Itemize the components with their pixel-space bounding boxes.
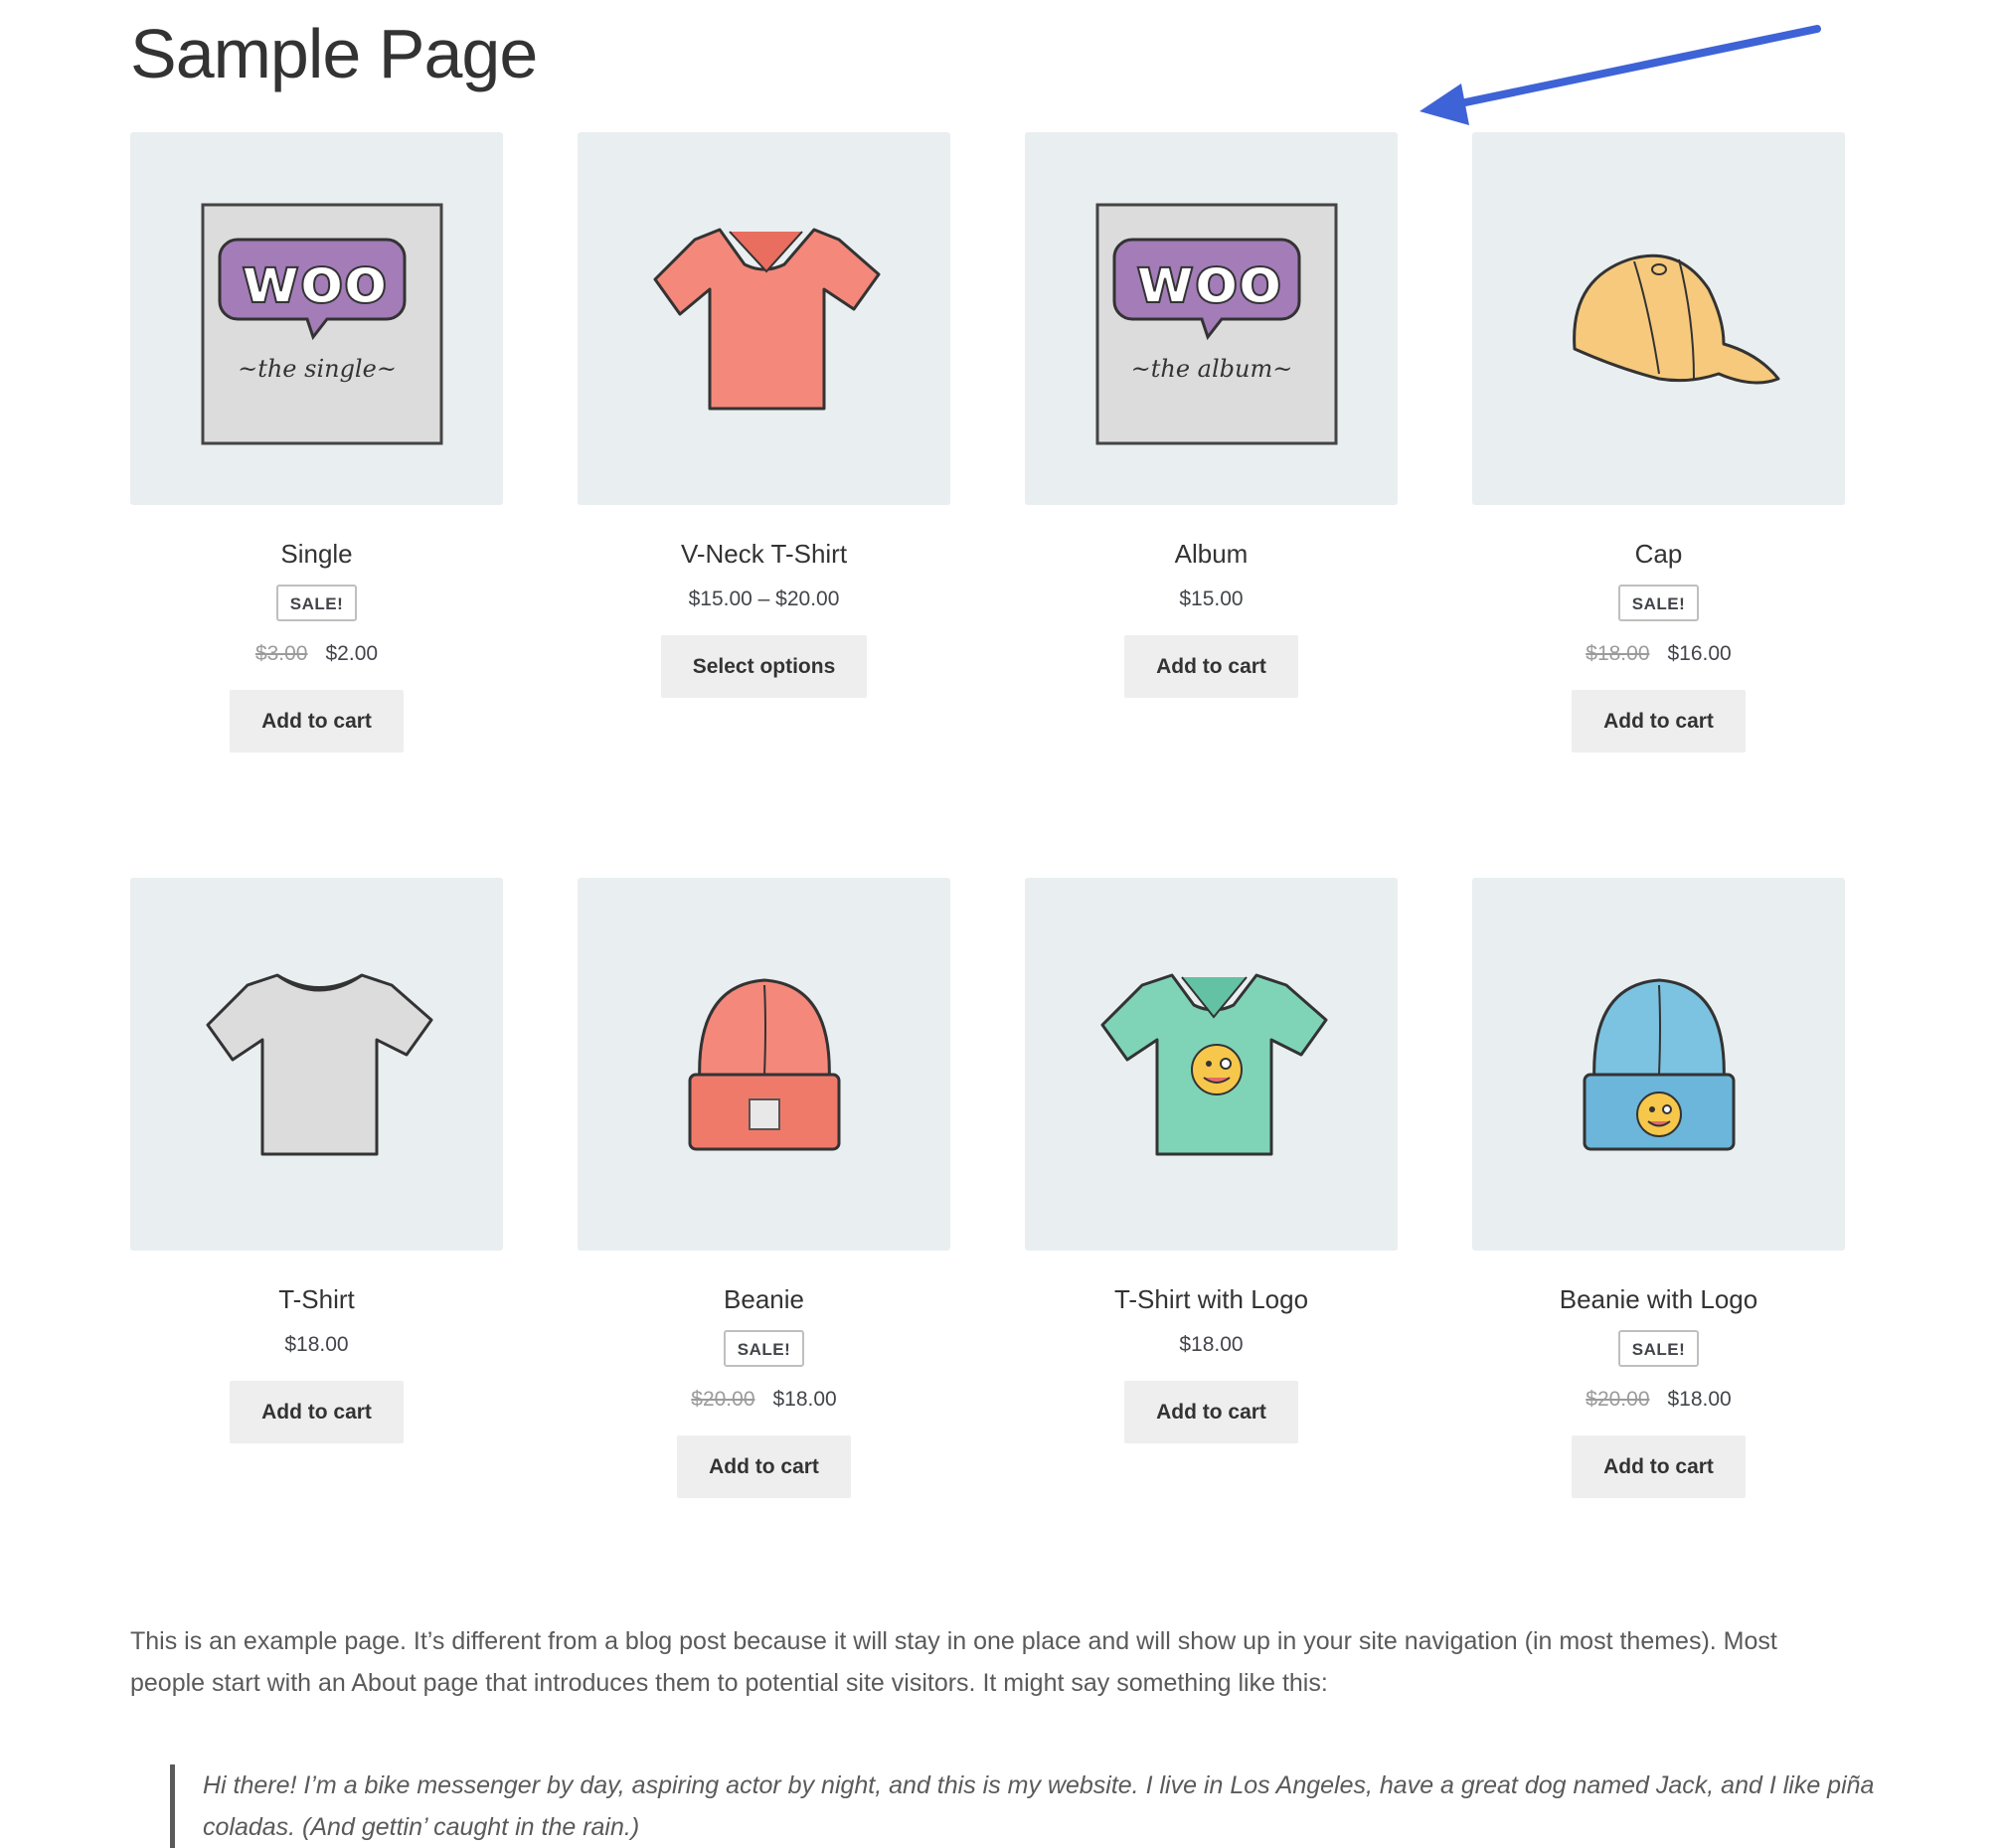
select-options-button[interactable]: Select options (660, 635, 868, 698)
product-card-beanie-with-logo: Beanie with Logo SALE! $20.00 $18.00 Add … (1472, 878, 1845, 1498)
current-price: $18.00 (284, 1333, 349, 1356)
svg-text:~the album~: ~the album~ (1130, 355, 1292, 383)
product-image-tshirt[interactable] (130, 878, 503, 1251)
product-title[interactable]: Album (1025, 541, 1398, 567)
product-title[interactable]: V-Neck T-Shirt (578, 541, 950, 567)
product-image-beanie-with-logo[interactable] (1472, 878, 1845, 1251)
tshirt-icon (206, 973, 432, 1155)
product-price: $3.00 $2.00 (130, 643, 503, 664)
vneck-tshirt-icon (653, 228, 880, 410)
add-to-cart-button[interactable]: Add to cart (230, 1381, 404, 1443)
product-title[interactable]: Single (130, 541, 503, 567)
product-price: $18.00 (1025, 1334, 1398, 1355)
current-price: $15.00 – $20.00 (688, 588, 840, 610)
sale-badge: SALE! (275, 585, 358, 621)
product-image-vneck-tshirt[interactable] (578, 132, 950, 505)
intro-paragraph: This is an example page. It’s different … (130, 1627, 1777, 1697)
product-title[interactable]: Beanie (578, 1286, 950, 1312)
woo-single-icon: woo ~the single~ (201, 203, 442, 444)
product-image-cap[interactable] (1472, 132, 1845, 505)
add-to-cart-button[interactable]: Add to cart (230, 690, 404, 753)
product-image-single[interactable]: woo ~the single~ (130, 132, 503, 505)
product-card-album: woo ~the album~ Album $15.00 Add to cart (1025, 132, 1398, 698)
svg-text:woo: woo (241, 245, 387, 318)
beanie-logo-icon (1583, 977, 1735, 1150)
add-to-cart-button[interactable]: Add to cart (1124, 635, 1298, 698)
product-price: $18.00 (130, 1334, 503, 1355)
product-card-single: woo ~the single~ Single SALE! $3.00 $2.00… (130, 132, 503, 753)
product-price: $15.00 (1025, 588, 1398, 609)
sale-badge: SALE! (1617, 585, 1700, 621)
product-image-beanie[interactable] (578, 878, 950, 1251)
current-price: $2.00 (325, 642, 379, 665)
sale-badge: SALE! (1617, 1330, 1700, 1367)
old-price: $20.00 (691, 1388, 755, 1411)
add-to-cart-button[interactable]: Add to cart (1124, 1381, 1298, 1443)
product-card-vneck-tshirt: V-Neck T-Shirt $15.00 – $20.00 Select op… (578, 132, 950, 698)
old-price: $20.00 (1586, 1388, 1650, 1411)
cap-icon (1572, 253, 1779, 384)
product-card-tshirt: T-Shirt $18.00 Add to cart (130, 878, 503, 1443)
current-price: $16.00 (1667, 642, 1732, 665)
svg-text:~the single~: ~the single~ (238, 355, 397, 383)
product-card-beanie: Beanie SALE! $20.00 $18.00 Add to cart (578, 878, 950, 1498)
tshirt-logo-icon (1100, 973, 1327, 1155)
product-card-tshirt-with-logo: T-Shirt with Logo $18.00 Add to cart (1025, 878, 1398, 1443)
current-price: $18.00 (1667, 1388, 1732, 1411)
page-content: This is an example page. It’s different … (130, 1620, 1844, 1704)
page-title: Sample Page (130, 15, 538, 92)
old-price: $18.00 (1586, 642, 1650, 665)
current-price: $15.00 (1179, 588, 1244, 610)
sale-badge: SALE! (723, 1330, 805, 1367)
product-card-cap: Cap SALE! $18.00 $16.00 Add to cart (1472, 132, 1845, 753)
add-to-cart-button[interactable]: Add to cart (1572, 690, 1746, 753)
old-price: $3.00 (254, 642, 308, 665)
product-price: $20.00 $18.00 (1472, 1389, 1845, 1410)
beanie-icon (688, 977, 840, 1150)
add-to-cart-button[interactable]: Add to cart (677, 1435, 851, 1498)
product-title[interactable]: Cap (1472, 541, 1845, 567)
blockquote: Hi there! I’m a bike messenger by day, a… (170, 1764, 1913, 1848)
product-title[interactable]: Beanie with Logo (1472, 1286, 1845, 1312)
current-price: $18.00 (1179, 1333, 1244, 1356)
woo-album-icon: woo ~the album~ (1095, 203, 1337, 444)
add-to-cart-button[interactable]: Add to cart (1572, 1435, 1746, 1498)
product-price: $18.00 $16.00 (1472, 643, 1845, 664)
product-title[interactable]: T-Shirt with Logo (1025, 1286, 1398, 1312)
product-image-tshirt-with-logo[interactable] (1025, 878, 1398, 1251)
svg-text:woo: woo (1135, 245, 1281, 318)
product-title[interactable]: T-Shirt (130, 1286, 503, 1312)
current-price: $18.00 (772, 1388, 837, 1411)
product-price: $15.00 – $20.00 (578, 588, 950, 609)
product-image-album[interactable]: woo ~the album~ (1025, 132, 1398, 505)
product-price: $20.00 $18.00 (578, 1389, 950, 1410)
